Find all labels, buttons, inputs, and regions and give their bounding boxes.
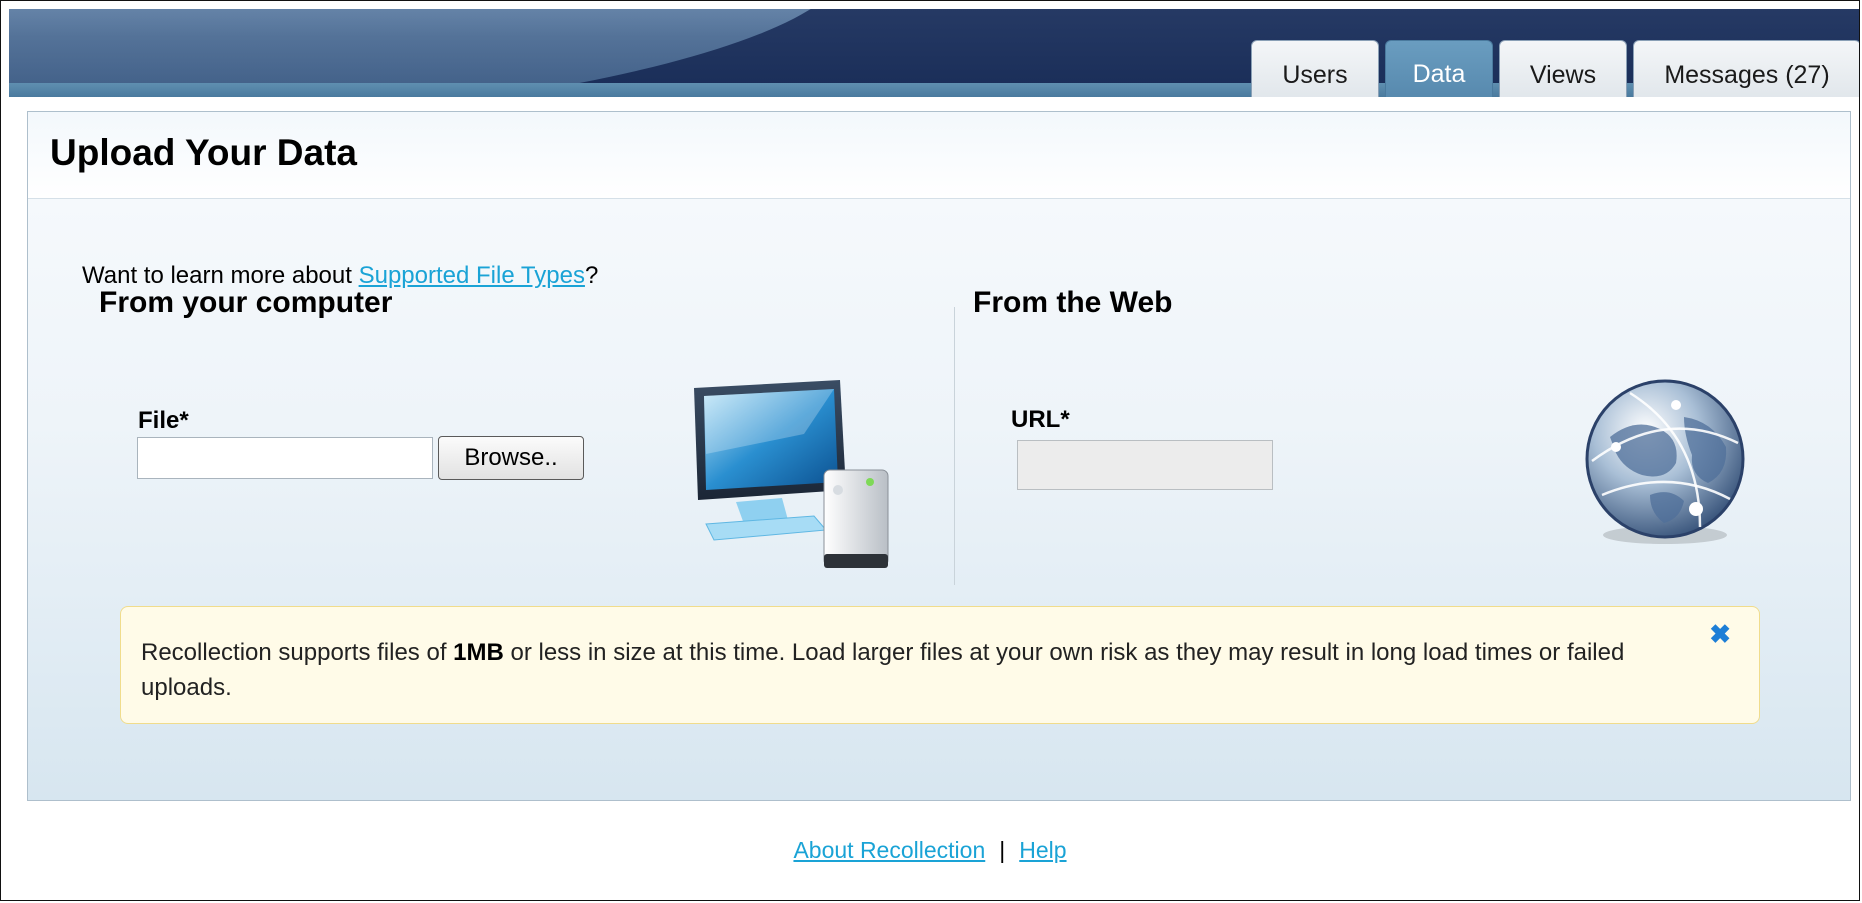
from-computer-title: From your computer	[99, 286, 393, 319]
tab-users[interactable]: Users	[1251, 40, 1379, 97]
tab-views[interactable]: Views	[1499, 40, 1627, 97]
help-link[interactable]: Help	[1019, 837, 1066, 863]
computer-icon	[694, 380, 889, 568]
notice-text: Recollection supports files of 1MB or le…	[141, 635, 1701, 705]
page-title: Upload Your Data	[50, 132, 358, 173]
browse-button[interactable]: Browse..	[438, 436, 584, 480]
file-size-notice: Recollection supports files of 1MB or le…	[120, 606, 1760, 724]
footer-separator: |	[999, 837, 1006, 863]
footer: About Recollection | Help	[1, 837, 1859, 864]
tab-messages[interactable]: Messages (27)	[1633, 40, 1859, 97]
upload-panel: Upload Your Data Want to learn more abou…	[27, 111, 1851, 801]
about-recollection-link[interactable]: About Recollection	[793, 837, 985, 863]
learn-suffix: ?	[584, 262, 599, 289]
globe-icon	[1585, 379, 1745, 544]
learn-prefix: Want to learn more about	[82, 262, 359, 289]
tab-data[interactable]: Data	[1385, 40, 1493, 97]
app-frame: Users Data Views Messages (27) Upload Yo…	[0, 0, 1860, 901]
notice-size-limit: 1MB	[453, 639, 504, 666]
notice-text-before: Recollection supports files of	[141, 639, 454, 666]
file-path-input[interactable]	[137, 437, 433, 479]
url-input[interactable]	[1017, 440, 1273, 490]
file-label: File*	[138, 407, 189, 434]
close-icon[interactable]: ✖	[1709, 621, 1731, 647]
supported-file-types-link[interactable]: Supported File Types	[359, 262, 585, 289]
url-label: URL*	[1011, 406, 1070, 433]
section-divider	[954, 307, 955, 585]
from-web-title: From the Web	[973, 286, 1173, 319]
header-banner: Users Data Views Messages (27)	[9, 9, 1859, 97]
main-tabs: Users Data Views Messages (27)	[1251, 40, 1859, 97]
